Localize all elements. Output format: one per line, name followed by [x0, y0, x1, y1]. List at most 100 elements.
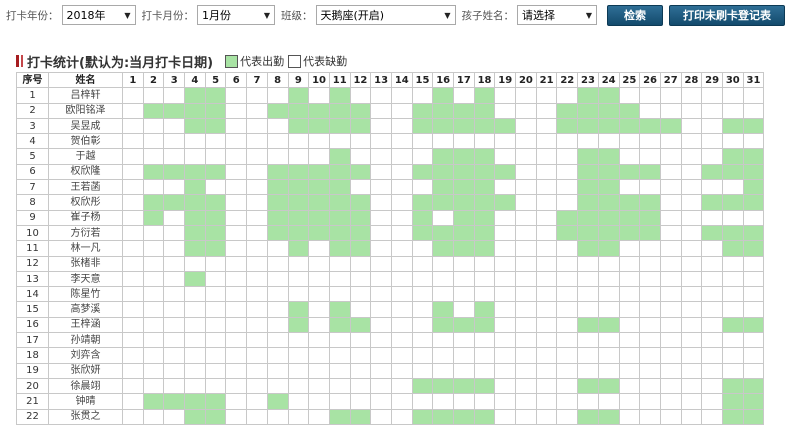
- attendance-cell-absent: [225, 179, 248, 196]
- attendance-cell-absent: [204, 301, 227, 318]
- chevron-down-icon: ▼: [263, 10, 270, 20]
- student-name: 钟晴: [48, 393, 123, 410]
- attendance-cell-present: [432, 240, 454, 257]
- attendance-cell-absent: [618, 408, 641, 425]
- attendance-cell-absent: [390, 270, 413, 288]
- attendance-cell-absent: [122, 133, 144, 150]
- legend-present-label: 代表出勤: [240, 55, 285, 68]
- attendance-cell-present: [204, 117, 227, 135]
- attendance-cell-absent: [432, 362, 454, 379]
- header-day: 4: [184, 71, 206, 89]
- attendance-cell-present: [184, 393, 206, 410]
- print-unswiped-button[interactable]: 打印未刷卡登记表: [669, 4, 785, 26]
- attendance-cell-absent: [618, 240, 641, 257]
- attendance-cell-absent: [122, 332, 144, 349]
- row-index: 19: [16, 362, 49, 379]
- attendance-cell-absent: [122, 117, 144, 135]
- table-row: 21 钟晴: [16, 393, 765, 410]
- class-label: 班级：: [281, 9, 313, 22]
- attendance-cell-present: [204, 163, 227, 181]
- attendance-cell-present: [328, 194, 351, 211]
- table-row: 15 高梦溪: [16, 301, 765, 318]
- filter-bar: 打卡年份： 2018年 ▼ 打卡月份： 1月份 ▼ 班级： 天鹅座(开启) ▼ …: [0, 0, 800, 30]
- attendance-cell-absent: [721, 301, 744, 318]
- attendance-cell-absent: [370, 117, 392, 135]
- attendance-cell-absent: [204, 179, 227, 196]
- attendance-cell-absent: [680, 148, 703, 165]
- attendance-cell-absent: [742, 209, 765, 226]
- attendance-cell-absent: [142, 179, 165, 196]
- attendance-cell-absent: [742, 286, 765, 303]
- attendance-cell-absent: [142, 377, 165, 395]
- attendance-cell-absent: [390, 301, 413, 318]
- attendance-cell-present: [597, 87, 620, 104]
- attendance-cell-present: [597, 102, 620, 119]
- attendance-cell-present: [577, 148, 599, 165]
- attendance-cell-absent: [556, 408, 579, 425]
- attendance-cell-absent: [432, 286, 454, 303]
- attendance-cell-absent: [680, 209, 703, 226]
- search-button[interactable]: 检索: [607, 4, 663, 26]
- attendance-cell-absent: [246, 224, 268, 242]
- attendance-cell-absent: [370, 148, 392, 165]
- attendance-cell-present: [556, 224, 579, 242]
- attendance-cell-present: [453, 224, 475, 242]
- attendance-cell-present: [308, 117, 330, 135]
- table-row: 10 方衍若: [16, 224, 765, 242]
- attendance-cell-present: [556, 117, 579, 135]
- attendance-cell-present: [556, 102, 579, 119]
- header-day: 12: [349, 71, 372, 89]
- student-name: 崔子杨: [48, 209, 123, 226]
- header-day: 30: [721, 71, 744, 89]
- attendance-cell-absent: [659, 362, 682, 379]
- attendance-cell-absent: [680, 194, 703, 211]
- attendance-cell-absent: [494, 102, 517, 119]
- attendance-cell-present: [742, 377, 765, 395]
- attendance-cell-present: [184, 240, 206, 257]
- attendance-cell-absent: [142, 224, 165, 242]
- attendance-cell-present: [287, 163, 310, 181]
- attendance-cell-absent: [494, 133, 517, 150]
- attendance-cell-absent: [163, 87, 186, 104]
- attendance-cell-absent: [680, 117, 703, 135]
- attendance-cell-absent: [618, 316, 641, 334]
- student-name: 方衍若: [48, 224, 123, 242]
- attendance-cell-absent: [246, 408, 268, 425]
- row-index: 17: [16, 332, 49, 349]
- attendance-cell-absent: [142, 332, 165, 349]
- month-select[interactable]: 1月份 ▼: [197, 5, 275, 25]
- attendance-cell-present: [597, 148, 620, 165]
- attendance-cell-absent: [556, 301, 579, 318]
- attendance-cell-absent: [659, 133, 682, 150]
- attendance-cell-present: [308, 102, 330, 119]
- child-select[interactable]: 请选择 ▼: [517, 5, 597, 25]
- attendance-cell-absent: [535, 301, 558, 318]
- attendance-cell-absent: [287, 270, 310, 288]
- attendance-cell-absent: [556, 87, 579, 104]
- attendance-cell-absent: [370, 163, 392, 181]
- attendance-cell-absent: [680, 332, 703, 349]
- attendance-cell-present: [308, 179, 330, 196]
- year-select[interactable]: 2018年 ▼: [61, 5, 136, 25]
- table-row: 3 吴昱成: [16, 117, 765, 135]
- attendance-cell-present: [453, 102, 475, 119]
- attendance-cell-absent: [721, 270, 744, 288]
- attendance-cell-absent: [204, 347, 227, 364]
- attendance-cell-absent: [701, 377, 723, 395]
- attendance-cell-absent: [432, 332, 454, 349]
- attendance-cell-absent: [639, 301, 661, 318]
- attendance-cell-absent: [122, 102, 144, 119]
- table-row: 11 林一凡: [16, 240, 765, 257]
- attendance-cell-absent: [411, 148, 434, 165]
- attendance-cell-absent: [308, 347, 330, 364]
- attendance-cell-absent: [556, 255, 579, 272]
- table-row: 22 张贯之: [16, 408, 765, 425]
- class-select[interactable]: 天鹅座(开启) ▼: [315, 5, 456, 25]
- attendance-cell-absent: [163, 224, 186, 242]
- attendance-cell-present: [432, 163, 454, 181]
- attendance-cell-present: [204, 87, 227, 104]
- attendance-cell-absent: [535, 240, 558, 257]
- attendance-cell-present: [597, 316, 620, 334]
- attendance-cell-present: [163, 194, 186, 211]
- attendance-cell-present: [721, 377, 744, 395]
